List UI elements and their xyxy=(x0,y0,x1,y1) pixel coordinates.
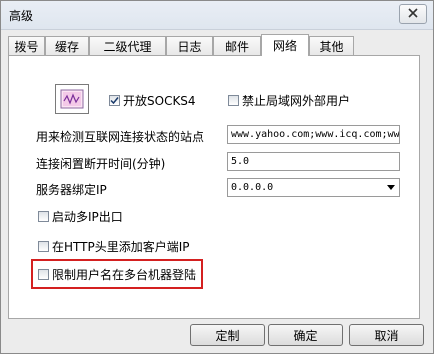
add-client-ip-label: 在HTTP头里添加客户端IP xyxy=(52,240,190,254)
tab-secondary-proxy[interactable]: 二级代理 xyxy=(89,36,166,55)
add-client-ip-checkbox[interactable]: 在HTTP头里添加客户端IP xyxy=(38,238,190,255)
checkbox-box xyxy=(228,95,239,106)
bind-ip-select[interactable]: 0.0.0.0 xyxy=(227,178,400,197)
tab-mail[interactable]: 邮件 xyxy=(213,36,261,55)
tab-label: 网络 xyxy=(272,39,297,53)
tab-network[interactable]: 网络 xyxy=(261,34,309,56)
customize-button[interactable]: 定制 xyxy=(190,324,265,346)
checkbox-box xyxy=(109,95,120,106)
tab-dial[interactable]: 拨号 xyxy=(8,36,45,55)
enable-socks4-checkbox[interactable]: 开放SOCKS4 xyxy=(109,92,196,109)
network-monitor-icon xyxy=(55,84,89,114)
check-sites-label: 用来检测互联网连接状态的站点 xyxy=(36,130,205,144)
checkbox-box xyxy=(38,269,49,280)
idle-timeout-input[interactable]: 5.0 xyxy=(227,152,400,171)
block-external-lan-label: 禁止局域网外部用户 xyxy=(242,94,351,108)
block-external-lan-checkbox[interactable]: 禁止局域网外部用户 xyxy=(228,92,350,109)
title-bar: 高级 xyxy=(1,1,433,30)
close-button[interactable] xyxy=(399,4,427,24)
close-icon xyxy=(407,7,419,21)
limit-multi-login-checkbox[interactable]: 限制用户名在多台机器登陆 xyxy=(38,266,196,283)
tab-other[interactable]: 其他 xyxy=(309,36,354,55)
multi-ip-label: 启动多IP出口 xyxy=(52,210,123,224)
tab-label: 其他 xyxy=(319,39,344,54)
ok-button[interactable]: 确定 xyxy=(268,324,343,346)
bind-ip-value: 0.0.0.0 xyxy=(231,182,274,193)
limit-multi-login-label: 限制用户名在多台机器登陆 xyxy=(52,268,197,282)
checkbox-box xyxy=(38,241,49,252)
multi-ip-checkbox[interactable]: 启动多IP出口 xyxy=(38,208,123,225)
tab-label: 邮件 xyxy=(224,39,249,54)
tab-log[interactable]: 日志 xyxy=(166,36,213,55)
tab-label: 二级代理 xyxy=(103,39,152,54)
advanced-dialog: 高级 拨号 缓存 二级代理 日志 邮件 网络 其他 开放SOCKS4 禁止局域网… xyxy=(0,0,434,354)
check-sites-input[interactable]: www.yahoo.com;www.icq.com;ww xyxy=(227,125,400,144)
enable-socks4-label: 开放SOCKS4 xyxy=(123,94,196,108)
checkbox-box xyxy=(38,211,49,222)
tab-label: 拨号 xyxy=(14,39,39,54)
chevron-down-icon xyxy=(387,185,395,190)
bind-ip-label: 服务器绑定IP xyxy=(36,183,107,197)
window-title: 高级 xyxy=(9,9,34,23)
cancel-button[interactable]: 取消 xyxy=(349,324,424,346)
checkmark-icon xyxy=(110,97,119,105)
idle-timeout-label: 连接闲置断开时间(分钟) xyxy=(36,157,166,171)
tab-label: 日志 xyxy=(177,39,202,54)
tab-cache[interactable]: 缓存 xyxy=(45,36,89,55)
tab-label: 缓存 xyxy=(54,39,79,54)
